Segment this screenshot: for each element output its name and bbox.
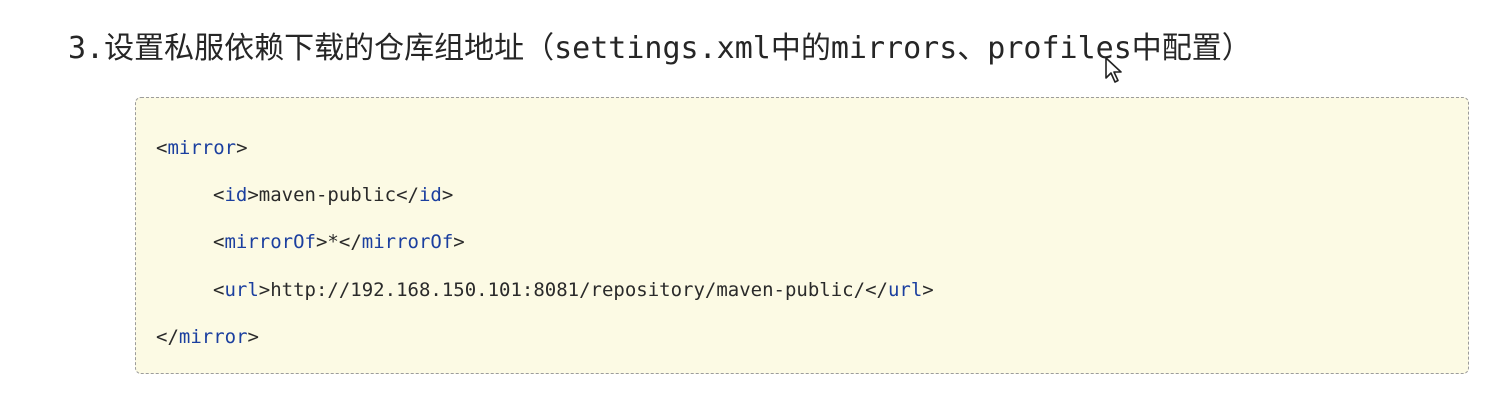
code-line-mirror-close: </mirror> [156,323,259,351]
element-value: * [327,231,339,253]
tag-name: mirror [167,137,237,159]
code-block: <mirror> <id>maven-public</id> <mirrorOf… [135,97,1469,374]
tag-name: mirrorOf [361,231,454,253]
code-line-mirror-open: <mirror> [156,134,248,162]
angle-open: </ [338,231,362,253]
angle-close: > [247,326,259,348]
angle-close: > [453,231,465,253]
angle-open: </ [156,326,179,348]
angle-open: </ [865,279,888,301]
angle-open: < [213,184,225,206]
angle-close: > [315,231,328,253]
angle-open: < [213,231,225,253]
mouse-cursor-icon [1105,57,1122,83]
angle-open: < [213,279,225,301]
tag-name: url [887,279,923,301]
tag-name: mirrorOf [224,231,316,253]
code-line-id: <id>maven-public</id> [213,181,453,209]
section-heading: 3.设置私服依赖下载的仓库组地址（settings.xml中的mirrors、p… [68,31,1252,66]
code-line-url: <url>http://192.168.150.101:8081/reposit… [213,276,934,304]
angle-close: > [441,184,454,206]
element-value: http://192.168.150.101:8081/repository/m… [270,279,866,301]
tag-name: url [224,279,259,301]
tag-name: mirror [178,326,248,348]
angle-close: > [247,184,259,206]
angle-open: </ [396,184,419,206]
tag-name: id [418,184,442,206]
angle-open: < [156,137,168,159]
code-line-mirrorof: <mirrorOf>*</mirrorOf> [213,228,465,256]
angle-close: > [922,279,934,301]
element-value: maven-public [258,184,397,206]
tag-name: id [224,184,248,206]
angle-close: > [258,279,271,301]
angle-close: > [236,137,248,159]
